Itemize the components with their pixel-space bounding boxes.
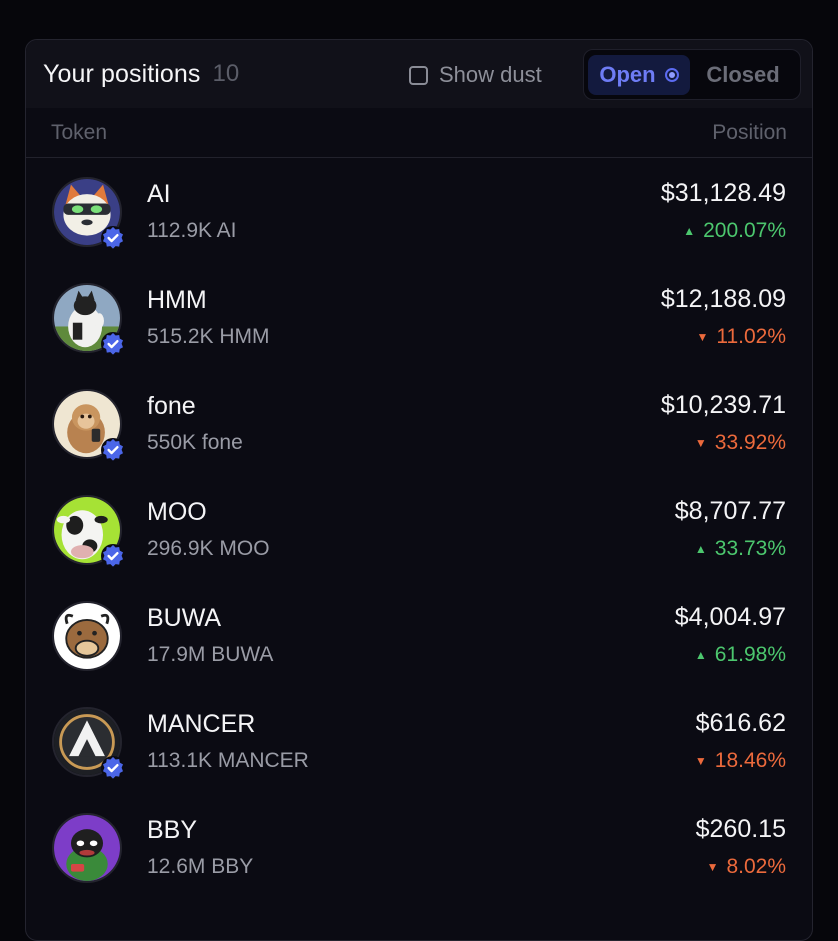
buffalo-icon	[52, 601, 122, 671]
frog-icon	[52, 813, 122, 883]
position-row[interactable]: fone 550K fone $10,239.71 ▼ 33.92%	[26, 370, 812, 476]
verified-badge-icon	[100, 437, 126, 463]
arrow-up-icon: ▲	[683, 224, 696, 238]
position-row[interactable]: HMM 515.2K HMM $12,188.09 ▼ 11.02%	[26, 264, 812, 370]
tab-closed[interactable]: Closed	[690, 55, 796, 95]
token-symbol: BBY	[147, 816, 198, 844]
position-value: $12,188.09	[660, 285, 786, 313]
tab-open[interactable]: Open	[588, 54, 690, 95]
change-percent: 11.02%	[716, 325, 786, 348]
column-token: Token	[51, 120, 108, 144]
positions-header: Your positions 10 Show dust Open Closed	[26, 40, 812, 108]
arrow-up-icon: ▲	[694, 648, 707, 662]
position-row[interactable]: AI 112.9K AI $31,128.49 ▲ 200.07%	[26, 158, 812, 264]
position-value: $4,004.97	[674, 603, 786, 631]
column-position: Position	[712, 120, 787, 144]
token-symbol: fone	[147, 392, 196, 420]
arrow-down-icon: ▼	[694, 436, 707, 450]
token-amount: 112.9K AI	[147, 219, 237, 242]
token-amount: 550K fone	[147, 431, 243, 454]
show-dust-toggle[interactable]: Show dust	[409, 62, 542, 88]
change-percent: 33.92%	[714, 431, 786, 454]
column-header-row: Token Position	[26, 108, 812, 158]
panel-title: Your positions	[43, 59, 201, 88]
position-value: $8,707.77	[674, 497, 786, 525]
token-amount: 113.1K MANCER	[147, 749, 309, 772]
arrow-down-icon: ▼	[706, 860, 719, 874]
show-dust-label: Show dust	[439, 62, 542, 87]
position-change: ▼ 33.92%	[695, 431, 786, 455]
position-value: $260.15	[695, 815, 786, 843]
position-change: ▼ 18.46%	[695, 749, 786, 773]
open-closed-switch: Open Closed	[583, 49, 801, 100]
position-value: $31,128.49	[660, 179, 786, 207]
token-symbol: BUWA	[147, 604, 222, 632]
verified-badge-icon	[100, 225, 126, 251]
change-percent: 18.46%	[714, 749, 786, 772]
verified-badge-icon	[100, 331, 126, 357]
selected-radio-icon	[664, 67, 679, 82]
token-symbol: AI	[147, 180, 171, 208]
position-value: $10,239.71	[660, 391, 786, 419]
token-amount: 296.9K MOO	[147, 537, 270, 560]
arrow-down-icon: ▼	[696, 330, 709, 344]
position-change: ▼ 8.02%	[707, 855, 786, 879]
change-percent: 200.07%	[703, 219, 786, 242]
position-row[interactable]: BUWA 17.9M BUWA $4,004.97 ▲ 61.98%	[26, 582, 812, 688]
change-percent: 33.73%	[714, 537, 786, 560]
position-change: ▲ 200.07%	[683, 219, 786, 243]
change-percent: 61.98%	[714, 643, 786, 666]
token-amount: 515.2K HMM	[147, 325, 270, 348]
token-symbol: HMM	[147, 286, 207, 314]
token-amount: 17.9M BUWA	[147, 643, 274, 666]
position-row[interactable]: MANCER 113.1K MANCER $616.62 ▼ 18.46%	[26, 688, 812, 794]
position-change: ▲ 61.98%	[695, 643, 786, 667]
change-percent: 8.02%	[726, 855, 786, 878]
position-change: ▼ 11.02%	[696, 325, 786, 349]
verified-badge-icon	[100, 543, 126, 569]
token-symbol: MOO	[147, 498, 207, 526]
verified-badge-icon	[100, 755, 126, 781]
position-change: ▲ 33.73%	[695, 537, 786, 561]
position-value: $616.62	[695, 709, 786, 737]
arrow-up-icon: ▲	[694, 542, 707, 556]
token-amount: 12.6M BBY	[147, 855, 254, 878]
show-dust-checkbox[interactable]	[409, 65, 428, 85]
token-symbol: MANCER	[147, 710, 256, 738]
positions-count: 10	[212, 60, 240, 87]
arrow-down-icon: ▼	[694, 754, 707, 768]
position-row[interactable]: BBY 12.6M BBY $260.15 ▼ 8.02%	[26, 794, 812, 900]
positions-panel: Your positions 10 Show dust Open Closed …	[25, 39, 813, 941]
tab-open-label: Open	[599, 61, 656, 87]
position-row[interactable]: MOO 296.9K MOO $8,707.77 ▲ 33.73%	[26, 476, 812, 582]
